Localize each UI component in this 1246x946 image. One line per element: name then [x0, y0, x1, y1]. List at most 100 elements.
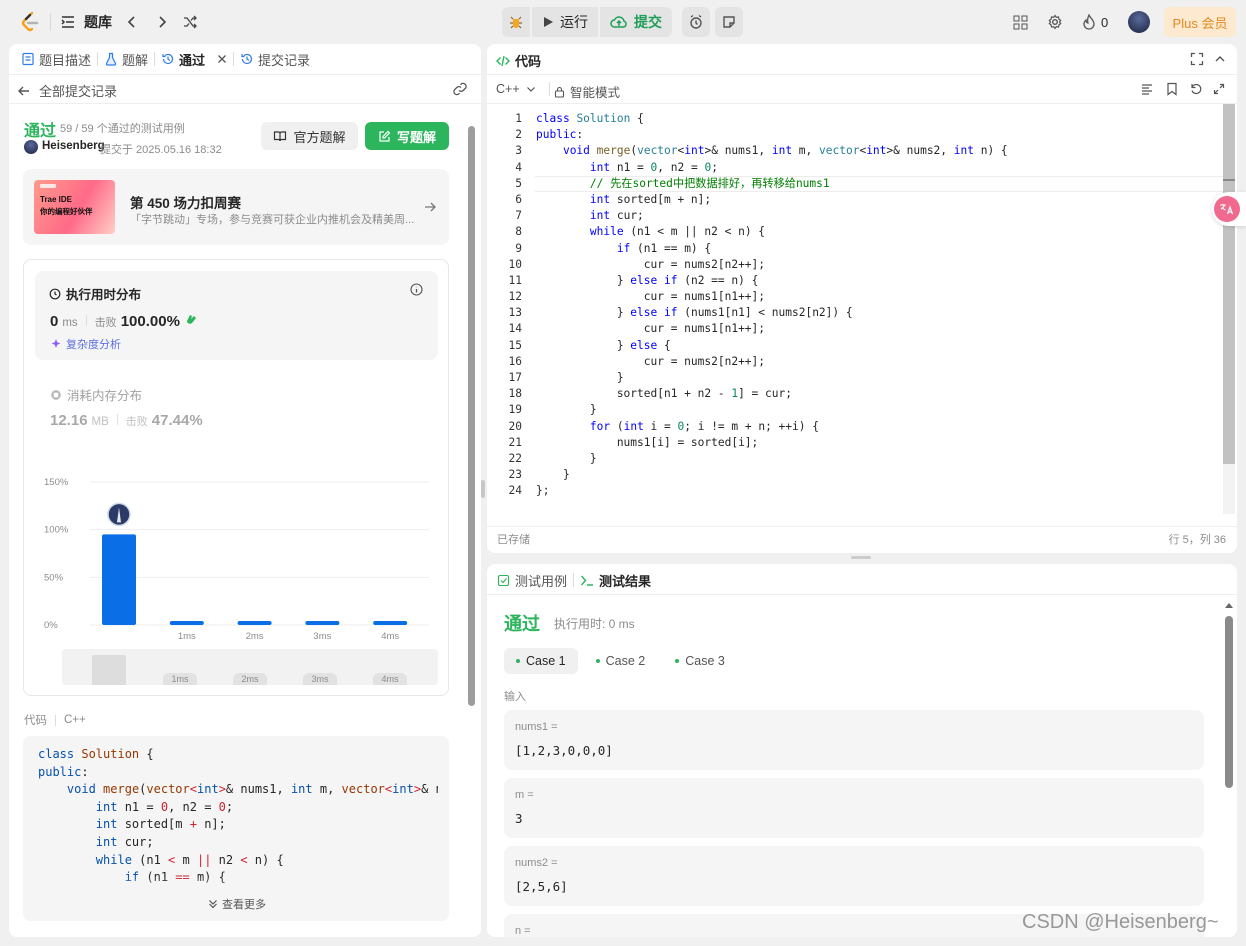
debug-button[interactable] [502, 7, 530, 37]
memory-section[interactable]: 消耗内存分布 [50, 385, 142, 404]
random-problem-button[interactable] [180, 12, 200, 32]
bookmark-icon[interactable] [1165, 82, 1179, 96]
result-scrollbar[interactable] [1223, 602, 1235, 937]
editor-scrollbar-track[interactable] [1223, 104, 1235, 514]
contest-banner[interactable]: Trae IDE 你的编程好伙伴 第 450 场力扣周赛 「字节跳动」专场，参与… [23, 169, 449, 245]
code-line[interactable]: // 先在sorted中把数据排好，再转移给nums1 [536, 176, 1222, 192]
shuffle-icon [184, 15, 197, 29]
alarm-clock-icon [690, 14, 702, 29]
code-preview[interactable]: class Solution {public: void merge(vecto… [23, 736, 449, 921]
official-solution-button[interactable]: 官方题解 [261, 122, 358, 150]
arrow-left-icon [18, 86, 29, 95]
smart-mode-toggle[interactable]: 智能模式 [554, 82, 620, 101]
expand-icon[interactable] [1213, 83, 1225, 95]
next-problem-button[interactable] [152, 12, 172, 32]
case-tab[interactable]: Case 2 [584, 648, 658, 674]
code-line[interactable]: } [536, 402, 1222, 418]
write-solution-button[interactable]: 写题解 [365, 122, 449, 150]
input-value-box[interactable]: m = 3 [504, 778, 1204, 838]
submit-button[interactable]: 提交 [600, 7, 672, 37]
code-line[interactable]: int sorted[m + n]; [536, 192, 1222, 208]
code-line[interactable]: cur = nums2[n2++]; [536, 257, 1222, 273]
case-tab[interactable]: Case 1 [504, 648, 578, 674]
username[interactable]: Heisenberg [42, 140, 105, 152]
code-line[interactable]: void merge(vector<int>& nums1, int m, ve… [536, 143, 1222, 159]
code-preview-lines: class Solution {public: void merge(vecto… [38, 746, 438, 887]
history-icon [241, 53, 253, 65]
tab-solutions-label: 题解 [122, 52, 149, 68]
code-line[interactable]: public: [536, 127, 1222, 143]
chart-bar[interactable] [169, 621, 204, 625]
timer-button[interactable] [682, 7, 710, 37]
leetcode-logo-icon[interactable] [18, 10, 42, 34]
reset-icon[interactable] [1189, 82, 1203, 96]
code-editor[interactable]: class Solution {public: void merge(vecto… [536, 111, 1222, 500]
code-line[interactable]: } else { [536, 338, 1222, 354]
tab-accepted[interactable]: 通过 [155, 50, 233, 69]
translate-widget[interactable] [1212, 192, 1246, 226]
problem-list-button[interactable]: 题库 [60, 12, 112, 32]
avatar[interactable] [24, 140, 38, 154]
scroll-up-arrow-icon[interactable] [1225, 602, 1233, 608]
tab-testcase[interactable]: 测试用例 [497, 571, 567, 590]
history-icon [162, 53, 174, 65]
code-line[interactable]: int n1 = 0, n2 = 0; [536, 160, 1222, 176]
input-value-box[interactable]: nums2 = [2,5,6] [504, 846, 1204, 906]
code-line[interactable]: int cur; [536, 208, 1222, 224]
x-tick-label: 4ms [381, 631, 399, 640]
code-line[interactable]: } [536, 370, 1222, 386]
avatar[interactable] [1128, 11, 1150, 33]
code-line[interactable]: cur = nums1[n1++]; [536, 321, 1222, 337]
streak-counter[interactable]: 0 [1082, 12, 1108, 32]
code-line[interactable]: }; [536, 483, 1222, 499]
info-icon[interactable] [410, 283, 423, 296]
notes-button[interactable] [715, 7, 743, 37]
code-line[interactable]: cur = nums2[n2++]; [536, 354, 1222, 370]
layout-button[interactable] [1010, 12, 1030, 32]
line-number: 9 [515, 241, 522, 255]
close-icon[interactable] [217, 54, 227, 64]
code-line[interactable]: for (int i = 0; i != m + n; ++i) { [536, 419, 1222, 435]
y-tick-label: 50% [44, 572, 64, 583]
settings-button[interactable] [1045, 12, 1065, 32]
run-button[interactable]: 运行 [532, 7, 598, 37]
plus-membership-button[interactable]: Plus 会员 [1164, 7, 1236, 37]
tab-description[interactable]: 题目描述 [15, 50, 97, 69]
prev-problem-button[interactable] [122, 12, 142, 32]
input-value-box[interactable]: nums1 = [1,2,3,0,0,0] [504, 710, 1204, 770]
left-scrollbar-thumb[interactable] [468, 126, 475, 706]
result-scrollbar-thumb[interactable] [1225, 616, 1233, 788]
code-line[interactable]: if (n1 == m) { [536, 241, 1222, 257]
chart-bar[interactable] [373, 621, 408, 625]
code-line[interactable]: } else if (nums1[n1] < nums2[n2]) { [536, 305, 1222, 321]
fullscreen-icon[interactable] [1190, 52, 1204, 66]
code-line[interactable]: class Solution { [536, 111, 1222, 127]
format-icon[interactable] [1140, 82, 1154, 96]
editor-scrollbar-thumb[interactable] [1223, 104, 1235, 464]
chart-bar[interactable] [102, 534, 136, 625]
chart-bar[interactable] [305, 621, 340, 625]
code-line[interactable]: sorted[n1 + n2 - 1] = cur; [536, 386, 1222, 402]
chart-bar[interactable] [237, 621, 272, 625]
code-line[interactable]: } [536, 451, 1222, 467]
code-line[interactable]: } else if (n2 == n) { [536, 273, 1222, 289]
code-line[interactable]: while (n1 < m || n2 < n) { [536, 224, 1222, 240]
case-tab[interactable]: Case 3 [663, 648, 737, 674]
chevron-up-icon[interactable] [1214, 53, 1226, 65]
vertical-resize-handle[interactable] [851, 556, 871, 559]
runtime-section[interactable]: 执行用时分布 0 ms 击败 100.00% 复杂度分析 [35, 271, 438, 360]
back-to-submissions[interactable]: 全部提交记录 [17, 81, 117, 100]
code-line[interactable]: cur = nums1[n1++]; [536, 289, 1222, 305]
code-line[interactable]: nums1[i] = sorted[i]; [536, 435, 1222, 451]
share-link-button[interactable] [452, 81, 468, 100]
mini-tick-label: 1ms [163, 673, 197, 685]
horizontal-resize-handle[interactable] [481, 480, 485, 498]
complexity-analysis-link[interactable]: 复杂度分析 [50, 336, 121, 352]
tab-submissions[interactable]: 提交记录 [234, 50, 316, 69]
chart-range-slider[interactable]: 1ms 2ms 3ms 4ms [62, 649, 438, 685]
tab-test-result[interactable]: 测试结果 [580, 571, 651, 590]
tab-solutions[interactable]: 题解 [98, 50, 154, 69]
see-more-button[interactable]: 查看更多 [208, 896, 266, 912]
language-selector[interactable]: C++ [496, 82, 536, 96]
code-line[interactable]: } [536, 467, 1222, 483]
